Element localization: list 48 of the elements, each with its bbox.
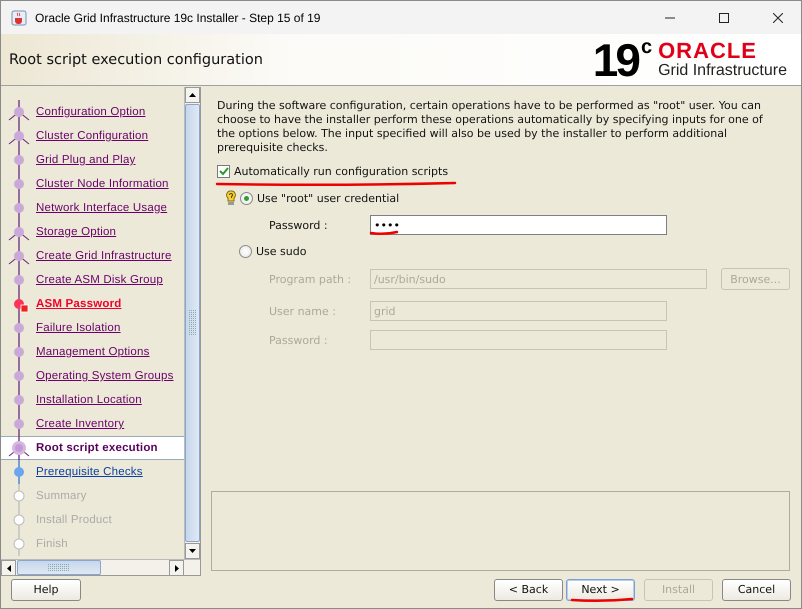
back-button[interactable]: < Back	[494, 578, 563, 600]
cancel-button[interactable]: Cancel	[722, 578, 791, 600]
sudo-label: Use sudo	[256, 245, 306, 258]
step-link[interactable]: Installation Location	[36, 394, 142, 406]
maximize-icon	[719, 12, 729, 22]
horizontal-scrollbar[interactable]	[1, 559, 200, 575]
grip-icon	[48, 564, 70, 572]
hint-bulb-icon	[226, 190, 236, 206]
step-link[interactable]: Prerequisite Checks	[36, 466, 143, 478]
step-link[interactable]: Cluster Configuration	[36, 130, 148, 142]
program-path-label: Program path :	[269, 272, 352, 286]
brand-logo: ORACLE	[658, 40, 758, 62]
left-arrow-icon	[6, 564, 10, 572]
down-arrow-icon	[189, 549, 196, 553]
step-link[interactable]: Failure Isolation	[36, 322, 121, 334]
step-link[interactable]: Network Interface Usage	[36, 202, 168, 214]
step-link[interactable]: Management Options	[36, 346, 150, 358]
step-link[interactable]: Create Inventory	[36, 418, 124, 430]
password-field[interactable]: ••••	[370, 215, 667, 235]
root-credential-radio[interactable]	[240, 192, 253, 204]
java-cup-icon	[11, 10, 27, 26]
page-title: Root script execution configuration	[9, 52, 264, 68]
step-link[interactable]: Create ASM Disk Group	[36, 274, 163, 286]
help-button[interactable]: Help	[11, 578, 81, 600]
user-name-label: User name :	[269, 304, 337, 318]
step-link[interactable]: Create Grid Infrastructure	[36, 250, 172, 262]
product-name: Grid Infrastructure	[658, 62, 787, 80]
step-link[interactable]: Cluster Node Information	[36, 178, 169, 190]
auto-run-checkbox[interactable]	[217, 165, 230, 178]
step-link[interactable]: Storage Option	[36, 226, 116, 238]
up-arrow-icon	[189, 93, 196, 97]
sudo-password-label: Password :	[269, 334, 329, 346]
password-label: Password :	[269, 218, 329, 232]
sudo-password-field[interactable]	[370, 330, 667, 350]
next-button[interactable]: Next >	[566, 578, 635, 600]
step-link[interactable]: Grid Plug and Play	[36, 154, 136, 166]
grip-icon	[188, 310, 196, 336]
description-text: During the software configuration, certain operations have to be performed as "root" user. You can choose to have the installer perform these operations automatically by specifying inputs for one of the options below. The input specified will also be used by the installer to perform additional prerequisite checks.	[217, 99, 764, 155]
vertical-scrollbar[interactable]	[184, 87, 200, 559]
step-link[interactable]: Operating System Groups	[36, 370, 174, 382]
root-credential-label: Use "root" user credential	[257, 192, 400, 204]
sudo-radio[interactable]	[239, 245, 252, 258]
window-title: Oracle Grid Infrastructure 19c Installer - Step 15 of 19	[35, 10, 322, 24]
close-icon	[773, 12, 783, 22]
auto-run-label: Automatically run configuration scripts	[234, 165, 448, 178]
step-link[interactable]: ASM Password	[36, 298, 122, 310]
step-link[interactable]: Configuration Option	[36, 106, 146, 118]
right-arrow-icon	[174, 564, 178, 572]
